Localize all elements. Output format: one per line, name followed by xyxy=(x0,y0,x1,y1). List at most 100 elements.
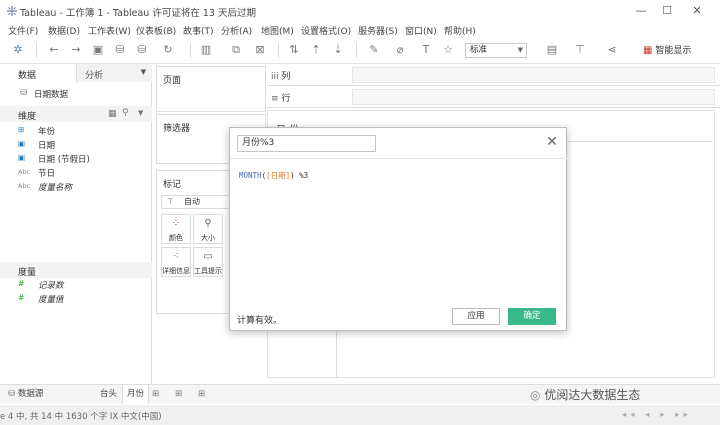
maximize-button[interactable]: ☐ xyxy=(656,3,678,19)
pin-icon[interactable]: ☆ xyxy=(440,42,456,58)
refresh-icon[interactable]: ↻ xyxy=(160,42,176,58)
sheet-navigation-icon[interactable]: ◂◂ ◂ ▸ ▸▸ xyxy=(622,410,692,420)
watermark: ◎ 优阅达大数据生态 xyxy=(530,388,641,402)
tableau-logo-icon xyxy=(7,6,17,16)
validation-status: 计算有效。 xyxy=(237,316,283,326)
rows-shelf[interactable]: ≡ 行 xyxy=(267,86,720,108)
formula-function: MONTH xyxy=(239,171,262,180)
close-window-button[interactable]: ✕ xyxy=(686,3,708,19)
date-icon: ⊞ xyxy=(18,125,25,134)
calendar-icon: ▣ xyxy=(18,139,26,148)
field-record-count[interactable]: # 记录数 xyxy=(0,278,152,292)
dialog-divider xyxy=(230,158,568,159)
minimize-button[interactable]: — xyxy=(630,3,652,19)
detail-icon: ⁖ xyxy=(173,251,179,262)
rows-drop-area[interactable] xyxy=(352,89,715,105)
status-text: e 4 中, 共 14 中 1630 个字 IX 中文(中国) xyxy=(0,412,162,422)
new-worksheet-icon[interactable]: ▥ xyxy=(198,42,214,58)
search-icon[interactable]: ⚲ xyxy=(122,108,129,118)
columns-icon: iii xyxy=(271,72,279,82)
undo-icon[interactable]: ← xyxy=(46,42,62,58)
size-button[interactable]: ⚲ 大小 xyxy=(193,214,223,244)
formula-editor[interactable]: MONTH([日期]) %3 xyxy=(239,170,308,181)
menu-map[interactable]: 地图(M) xyxy=(261,24,294,37)
toolbar-divider xyxy=(278,43,279,58)
title-bar: Tableau - 工作簿 1 - Tableau 许可证将在 13 天后过期 … xyxy=(0,0,720,22)
measure-icon: # xyxy=(18,279,25,288)
sheet-tab-prev[interactable]: 台头 xyxy=(96,385,121,404)
field-year[interactable]: ⊞ 年份 xyxy=(0,124,152,138)
color-button[interactable]: ⁘ 颜色 xyxy=(161,214,191,244)
view-size-select[interactable]: 标准 ▼ xyxy=(465,43,527,58)
string-icon: Abc xyxy=(18,168,31,176)
sort-desc-icon[interactable]: ⇣ xyxy=(330,42,346,58)
field-holiday[interactable]: Abc 节日 xyxy=(0,166,152,180)
menu-dashboard[interactable]: 仪表板(B) xyxy=(136,24,176,37)
database-icon: ⛁ xyxy=(8,389,16,399)
grid-view-icon[interactable]: ▦ xyxy=(108,109,117,119)
datasource-menu-icon[interactable]: ⛁ xyxy=(134,42,150,58)
menu-bar: 文件(F) 数据(D) 工作表(W) 仪表板(B) 故事(T) 分析(A) 地图… xyxy=(0,22,720,38)
measure-icon: # xyxy=(18,293,25,302)
datasource-item[interactable]: ⛁ 日期数据 xyxy=(0,86,152,102)
new-dashboard-icon[interactable]: ⊞ xyxy=(175,385,182,404)
show-cards-icon[interactable]: ▤ xyxy=(544,42,560,58)
menu-file[interactable]: 文件(F) xyxy=(8,24,38,37)
menu-help[interactable]: 帮助(H) xyxy=(444,24,476,37)
field-date[interactable]: ▣ 日期 xyxy=(0,138,152,152)
field-measure-names[interactable]: Abc 度量名称 xyxy=(0,180,152,194)
toolbar: ✲ ← → ▣ ⛁ ⛁ ↻ ▥ ⧉ ⊠ ⇅ ⇡ ⇣ ✎ ⌀ T ☆ 标准 ▼ ▤ … xyxy=(0,38,720,64)
menu-data[interactable]: 数据(D) xyxy=(48,24,80,37)
tooltip-button[interactable]: ▭ 工具提示 xyxy=(193,247,223,277)
duplicate-sheet-icon[interactable]: ⧉ xyxy=(228,42,244,58)
ok-button[interactable]: 确定 xyxy=(508,308,556,325)
group-icon[interactable]: ⌀ xyxy=(392,42,408,58)
menu-format[interactable]: 设置格式(O) xyxy=(301,24,351,37)
field-measure-values[interactable]: # 度量值 xyxy=(0,292,152,306)
sheet-tab-current[interactable]: 月份 xyxy=(122,385,150,404)
filters-title: 筛选器 xyxy=(163,124,191,134)
menu-window[interactable]: 窗口(N) xyxy=(405,24,437,37)
marks-title: 标记 xyxy=(163,180,182,190)
formula-operator: %3 xyxy=(299,171,309,180)
columns-drop-area[interactable] xyxy=(352,67,715,83)
pages-card[interactable]: 页面 xyxy=(156,66,266,112)
field-date-holiday[interactable]: ▣ 日期 (节假日) xyxy=(0,152,152,166)
rows-icon: ≡ xyxy=(271,94,279,104)
swap-icon[interactable]: ⇅ xyxy=(286,42,302,58)
tab-analytics[interactable]: 分析 ▼ xyxy=(76,64,152,82)
pages-title: 页面 xyxy=(163,76,182,86)
tableau-home-icon[interactable]: ✲ xyxy=(10,42,26,58)
smart-show-button[interactable]: ▦ 智能显示 xyxy=(643,43,691,56)
data-pane: 数据 分析 ▼ ⛁ 日期数据 维度 ▦ ⚲ ▼ ⊞ 年份 ▣ 日期 ▣ 日期 (节… xyxy=(0,64,152,384)
new-datasource-icon[interactable]: ⛁ xyxy=(112,42,128,58)
datasource-tab[interactable]: ⛁ 数据源 xyxy=(8,385,43,404)
apply-button[interactable]: 应用 xyxy=(452,308,500,325)
menu-story[interactable]: 故事(T) xyxy=(183,24,214,37)
status-bar: e 4 中, 共 14 中 1630 个字 IX 中文(中国) ◂◂ ◂ ▸ ▸… xyxy=(0,405,720,425)
new-story-icon[interactable]: ⊞ xyxy=(198,385,205,404)
clear-sheet-icon[interactable]: ⊠ xyxy=(252,42,268,58)
presentation-icon[interactable]: ⊤ xyxy=(572,42,588,58)
text-mark-icon: ⊤ xyxy=(167,197,174,206)
chevron-down-icon[interactable]: ▼ xyxy=(138,109,143,117)
redo-icon[interactable]: → xyxy=(68,42,84,58)
menu-server[interactable]: 服务器(S) xyxy=(358,24,398,37)
detail-button[interactable]: ⁖ 详细信息 xyxy=(161,247,191,277)
calc-name-input[interactable]: 月份%3 xyxy=(237,135,376,152)
sort-asc-icon[interactable]: ⇡ xyxy=(308,42,324,58)
close-icon[interactable]: ✕ xyxy=(544,134,560,150)
toolbar-divider xyxy=(190,43,191,58)
save-icon[interactable]: ▣ xyxy=(90,42,106,58)
new-sheet-icon[interactable]: ⊞ xyxy=(152,385,159,404)
window-title: Tableau - 工作簿 1 - Tableau 许可证将在 13 天后过期 xyxy=(20,8,256,19)
share-icon[interactable]: ⋖ xyxy=(604,42,620,58)
chevron-down-icon: ▼ xyxy=(517,46,523,54)
highlight-icon[interactable]: ✎ xyxy=(366,42,382,58)
color-icon: ⁘ xyxy=(171,218,181,229)
menu-worksheet[interactable]: 工作表(W) xyxy=(88,24,131,37)
tab-data[interactable]: 数据 xyxy=(0,64,76,82)
columns-shelf[interactable]: iii 列 xyxy=(267,64,720,86)
label-icon[interactable]: T xyxy=(418,42,434,58)
menu-analysis[interactable]: 分析(A) xyxy=(221,24,252,37)
